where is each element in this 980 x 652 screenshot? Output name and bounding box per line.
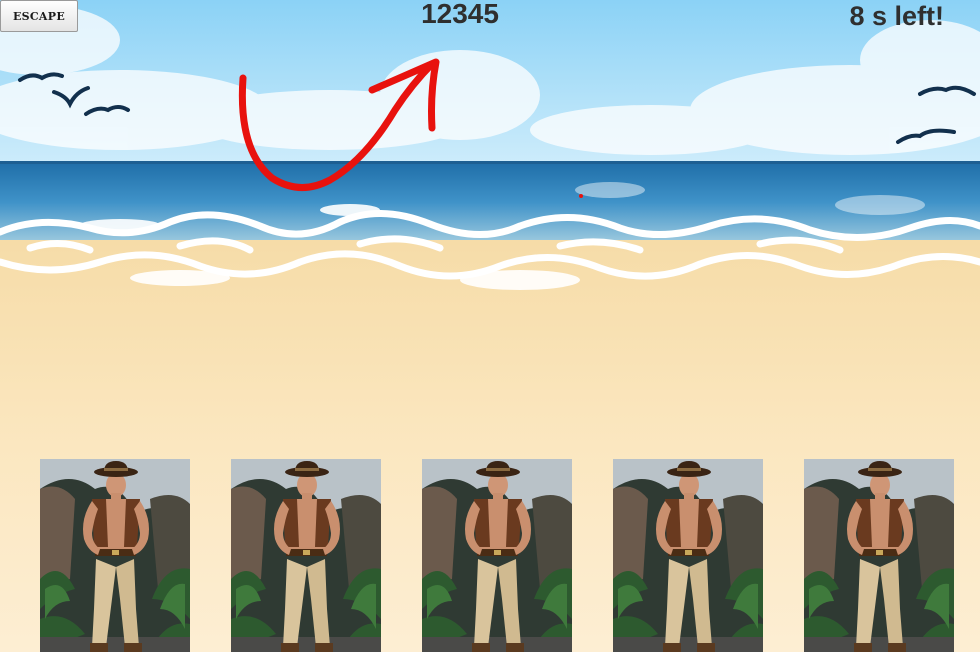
photo-card[interactable] [422, 459, 572, 652]
photo-card[interactable] [804, 459, 954, 652]
time-left-display: 8 s left! [849, 1, 944, 31]
card-photo-man-in-outback-hat-and-vest [231, 459, 381, 652]
photo-card[interactable] [40, 459, 190, 652]
score-display: 12345 [421, 0, 499, 29]
card-photo-man-in-outback-hat-and-vest [613, 459, 763, 652]
escape-button[interactable]: ESCAPE [0, 0, 78, 32]
card-photo-man-in-outback-hat-and-vest [804, 459, 954, 652]
card-photo-man-in-outback-hat-and-vest [40, 459, 190, 652]
photo-card[interactable] [613, 459, 763, 652]
photo-card[interactable] [231, 459, 381, 652]
card-photo-man-in-outback-hat-and-vest [422, 459, 572, 652]
